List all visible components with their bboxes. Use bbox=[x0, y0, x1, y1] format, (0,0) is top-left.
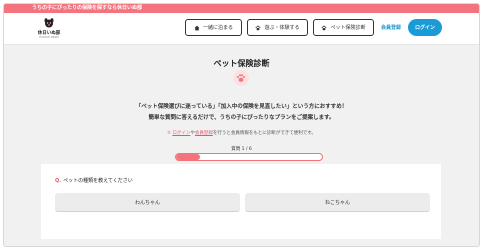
intro-line-2: 簡単な質問に答えるだけで、うちの子にぴったりなプランをご提案します。 bbox=[148, 115, 335, 121]
note-register-link[interactable]: 会員登録 bbox=[195, 131, 213, 136]
intro-line-1: 「ペット保険選びに迷っている」「加入中の保険を見直したい」という方におすすめ！ bbox=[135, 104, 348, 110]
answer-cat-button[interactable]: ねこちゃん bbox=[245, 193, 430, 212]
note-login-link[interactable]: ログイン bbox=[172, 131, 190, 136]
nav-stay-label: 一緒に泊まる bbox=[202, 25, 233, 31]
top-banner: うちの子にぴったりの保険を探すなら休日いぬ部 bbox=[4, 4, 479, 13]
logo-subtitle: HOLIDAY INUBU bbox=[39, 36, 59, 39]
paw-icon bbox=[322, 25, 327, 30]
register-link[interactable]: 会員登録 bbox=[378, 19, 404, 36]
nav-insurance-label: ペット保険診断 bbox=[330, 25, 366, 31]
paw-badge bbox=[233, 70, 249, 86]
question-card: Q. ペットの種類を教えてください わんちゃん ねこちゃん bbox=[41, 164, 441, 239]
note-suffix: を行うと会員情報をもとに診断ができて便利です。 bbox=[212, 131, 316, 136]
login-button[interactable]: ログイン bbox=[408, 19, 442, 36]
dog-logo-icon bbox=[44, 18, 54, 28]
question-label: Q. ペットの種類を教えてください bbox=[55, 177, 133, 184]
browser-frame: うちの子にぴったりの保険を探すなら休日いぬ部 休日いぬ部 HOLIDAY INU… bbox=[3, 3, 480, 247]
note-prefix: ※ bbox=[167, 131, 171, 136]
site-header: 休日いぬ部 HOLIDAY INUBU 一緒に泊まる 遊ぶ・体験する ペット保険… bbox=[4, 13, 479, 45]
answer-dog-button[interactable]: わんちゃん bbox=[55, 193, 240, 212]
banner-text: うちの子にぴったりの保険を探すなら休日いぬ部 bbox=[32, 5, 143, 11]
nav-play-button[interactable]: 遊ぶ・体験する bbox=[247, 19, 308, 36]
nav-stay-button[interactable]: 一緒に泊まる bbox=[185, 19, 242, 36]
nav-play-label: 遊ぶ・体験する bbox=[264, 25, 300, 31]
progress-fill bbox=[176, 154, 201, 160]
question-counter: 質問 1 / 6 bbox=[231, 147, 252, 152]
question-marker: Q. bbox=[55, 178, 62, 184]
site-logo[interactable]: 休日いぬ部 HOLIDAY INUBU bbox=[32, 18, 66, 42]
page-title: ペット保険診断 bbox=[213, 59, 270, 68]
nav-insurance-button[interactable]: ペット保険診断 bbox=[313, 19, 374, 36]
question-text: ペットの種類を教えてください bbox=[63, 178, 133, 184]
login-note: ※ ログインや会員登録を行うと会員情報をもとに診断ができて便利です。 bbox=[4, 130, 479, 136]
paw-icon bbox=[256, 25, 261, 30]
progress-bar bbox=[175, 153, 323, 161]
paw-icon bbox=[237, 74, 245, 82]
house-icon bbox=[194, 25, 200, 30]
